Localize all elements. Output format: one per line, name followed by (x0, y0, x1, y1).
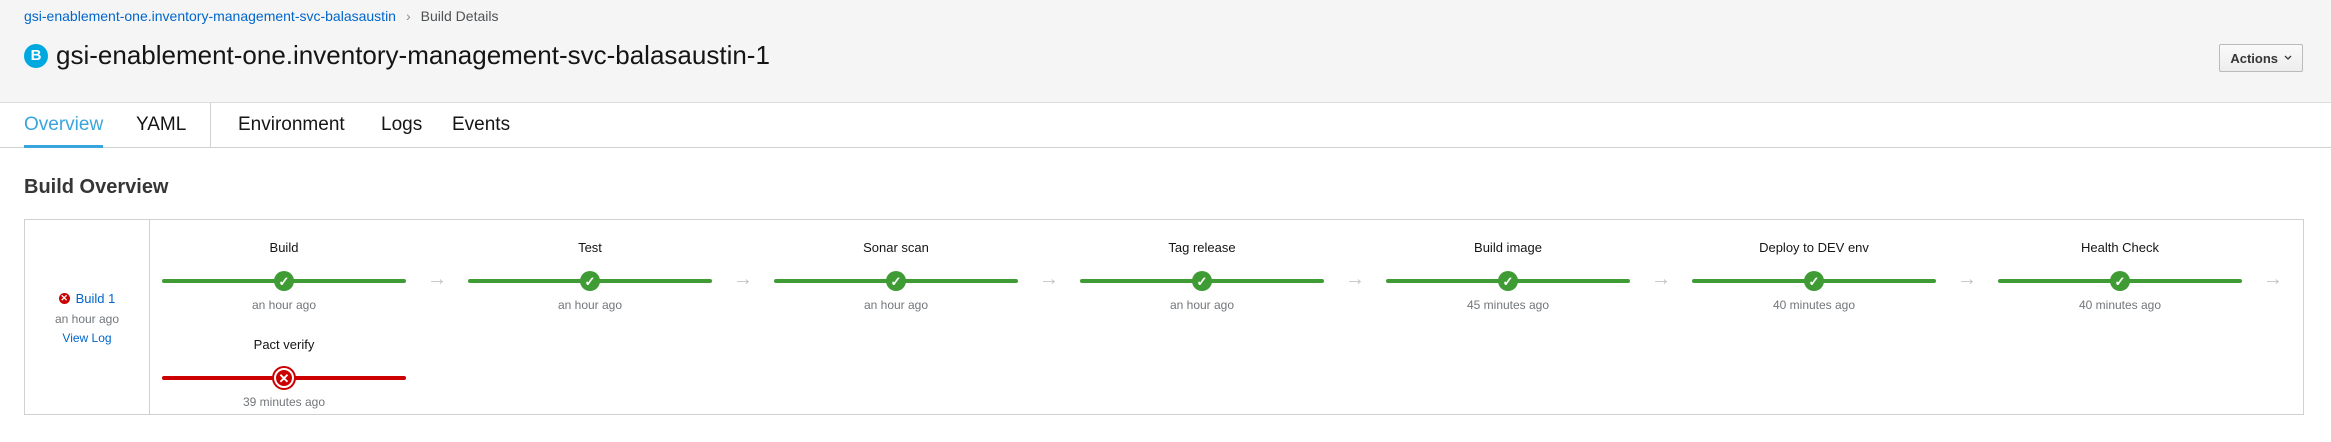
stage-name: Pact verify (253, 337, 315, 352)
check-circle-icon: ✓ (580, 271, 600, 291)
view-log-link[interactable]: View Log (25, 331, 149, 345)
check-circle-icon: ✓ (1498, 271, 1518, 291)
check-circle-icon: ✓ (886, 271, 906, 291)
pipeline-stage[interactable]: Build image ✓ 45 minutes ago (1386, 230, 1630, 312)
tab-yaml[interactable]: YAML (136, 103, 186, 147)
arrow-right-icon: → (1651, 268, 1671, 290)
pipeline-panel: ✕ Build 1 an hour ago View Log Build ✓ an … (24, 219, 2304, 415)
stage-time: 39 minutes ago (242, 395, 326, 409)
pipeline-stage[interactable]: Tag release ✓ an hour ago (1080, 230, 1324, 312)
stage-name: Build image (1474, 240, 1542, 255)
stage-name: Deploy to DEV env (1759, 240, 1869, 255)
pipeline-stage[interactable]: Health Check ✓ 40 minutes ago (1998, 230, 2242, 312)
chevron-right-icon: › (405, 8, 411, 24)
stage-time: 40 minutes ago (2078, 298, 2162, 312)
pipeline-stage[interactable]: Sonar scan ✓ an hour ago (774, 230, 1018, 312)
tab-divider (210, 103, 211, 147)
title-row: B gsi-enablement-one.inventory-managemen… (24, 40, 770, 71)
failed-icon: ✕ (58, 293, 70, 304)
check-circle-icon: ✓ (2110, 271, 2130, 291)
stage-name: Health Check (2080, 240, 2160, 255)
stage-time: 45 minutes ago (1466, 298, 1550, 312)
pipeline-stage[interactable]: Build ✓ an hour ago (162, 230, 406, 312)
arrow-right-icon: → (1039, 268, 1059, 290)
pipeline-stage[interactable]: Pact verify ✕ 39 minutes ago (162, 327, 406, 409)
actions-label: Actions (2230, 50, 2278, 66)
tab-bar: Overview YAML Environment Logs Events (0, 103, 2331, 148)
stage-time: an hour ago (863, 298, 929, 312)
pipeline-stages: Build ✓ an hour ago → Test ✓ an hour ago → Sonar… (150, 220, 2303, 414)
stage-name: Tag release (1168, 240, 1236, 255)
check-circle-icon: ✓ (274, 271, 294, 291)
breadcrumb-current: Build Details (420, 8, 499, 24)
build-label: Build 1 (75, 291, 116, 306)
tab-events[interactable]: Events (452, 103, 510, 147)
page-title: gsi-enablement-one.inventory-management-… (56, 40, 770, 70)
build-status[interactable]: ✕ Build 1 (25, 291, 149, 306)
build-time: an hour ago (54, 312, 120, 326)
breadcrumb: gsi-enablement-one.inventory-management-… (24, 8, 498, 24)
stage-time: an hour ago (251, 298, 317, 312)
actions-dropdown-button[interactable]: Actions (2219, 44, 2303, 72)
stage-time: an hour ago (557, 298, 623, 312)
build-summary: ✕ Build 1 an hour ago View Log (25, 220, 150, 414)
pipeline-stage[interactable]: Deploy to DEV env ✓ 40 minutes ago (1692, 230, 1936, 312)
section-title: Build Overview (24, 176, 169, 198)
pipeline-stage[interactable]: Test ✓ an hour ago (468, 230, 712, 312)
arrow-right-icon: → (427, 268, 447, 290)
arrow-right-icon: → (733, 268, 753, 290)
stage-name: Test (578, 240, 602, 255)
arrow-right-icon: → (1345, 268, 1365, 290)
build-resource-badge: B (24, 43, 48, 68)
tab-overview[interactable]: Overview (24, 103, 104, 148)
breadcrumb-parent-link[interactable]: gsi-enablement-one.inventory-management-… (24, 8, 396, 24)
tab-logs[interactable]: Logs (381, 103, 422, 147)
arrow-right-icon: → (2263, 268, 2283, 290)
chevron-down-icon (2284, 55, 2292, 60)
arrow-right-icon: → (1957, 268, 1977, 290)
stage-name: Sonar scan (863, 240, 929, 255)
page-header: gsi-enablement-one.inventory-management-… (0, 0, 2331, 103)
check-circle-icon: ✓ (1192, 271, 1212, 291)
stage-time: 40 minutes ago (1772, 298, 1856, 312)
stage-time: an hour ago (1169, 298, 1235, 312)
stage-name: Build (269, 240, 299, 255)
failed-icon: ✕ (274, 368, 294, 388)
check-circle-icon: ✓ (1804, 271, 1824, 291)
tab-environment[interactable]: Environment (238, 103, 345, 147)
